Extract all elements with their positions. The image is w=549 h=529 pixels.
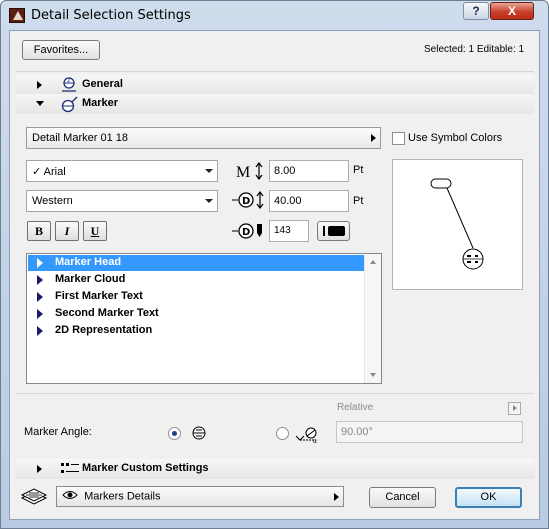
- dialog-window: Detail Selection Settings ? X Favorites.…: [0, 0, 549, 529]
- list-item[interactable]: 2D Representation: [28, 323, 364, 339]
- font-value: Arial: [43, 166, 66, 178]
- list-scrollbar[interactable]: [364, 254, 381, 383]
- title-bar[interactable]: Detail Selection Settings ? X: [1, 1, 548, 29]
- custom-settings-icon: [60, 461, 80, 477]
- expand-options-button[interactable]: [508, 402, 521, 415]
- svg-text:D: D: [242, 227, 250, 238]
- list-item-label: 2D Representation: [55, 324, 153, 336]
- list-item[interactable]: Second Marker Text: [28, 306, 364, 322]
- chevron-right-icon: [334, 493, 339, 501]
- layer-select[interactable]: Markers Details: [56, 486, 344, 507]
- text-size-icon: M: [236, 162, 266, 181]
- svg-text:D: D: [242, 196, 250, 207]
- text-size-unit: Pt: [353, 164, 364, 176]
- ok-button[interactable]: OK: [455, 487, 522, 508]
- marker-type-selector[interactable]: Detail Marker 01 18: [26, 127, 381, 149]
- list-item-label: Marker Cloud: [55, 273, 126, 285]
- marker-preview: [392, 159, 523, 290]
- chevron-down-icon: [205, 199, 213, 203]
- list-item-label: Marker Head: [55, 256, 122, 268]
- section-marker-label: Marker: [82, 97, 119, 109]
- horizontal-marker-icon: [190, 424, 208, 442]
- pen-color-swatch: [328, 226, 345, 236]
- use-symbol-colors-checkbox[interactable]: [392, 132, 405, 145]
- divider: [16, 71, 534, 72]
- collapse-arrow-icon[interactable]: [36, 101, 44, 106]
- list-item-label: First Marker Text: [55, 290, 143, 302]
- expand-arrow-icon[interactable]: [37, 258, 43, 268]
- expand-arrow-icon[interactable]: [37, 292, 43, 302]
- archicad-app-icon: [9, 8, 25, 23]
- scroll-up-icon[interactable]: [370, 260, 376, 264]
- script-value: Western: [32, 195, 73, 207]
- italic-button[interactable]: I: [55, 221, 79, 241]
- marker-parts-list[interactable]: Marker Head Marker Cloud First Marker Te…: [26, 253, 382, 384]
- eye-icon: [62, 490, 78, 503]
- font-checked-mark: ✓: [32, 166, 42, 178]
- expand-arrow-icon[interactable]: [37, 326, 43, 336]
- text-size-input[interactable]: 8.00: [269, 160, 349, 182]
- chevron-down-icon: [205, 169, 213, 173]
- pen-color-button[interactable]: [317, 221, 350, 241]
- layer-value: Markers Details: [84, 490, 161, 503]
- expand-arrow-icon[interactable]: [37, 309, 43, 319]
- list-item-label: Second Marker Text: [55, 307, 159, 319]
- pen-marker-icon: [323, 226, 325, 236]
- section-custom-header[interactable]: Marker Custom Settings: [16, 459, 534, 479]
- bold-button[interactable]: B: [27, 221, 51, 241]
- general-settings-icon: 2: [60, 76, 78, 93]
- close-button[interactable]: X: [490, 2, 534, 20]
- line-spacing-unit: Pt: [353, 195, 364, 207]
- custom-angle-radio[interactable]: [276, 427, 289, 440]
- layers-icon: [20, 488, 48, 506]
- dialog-body: Favorites... Selected: 1 Editable: 1 2 G…: [9, 30, 540, 520]
- pen-number-input[interactable]: 143: [269, 220, 309, 242]
- cancel-button[interactable]: Cancel: [369, 487, 436, 508]
- selection-info: Selected: 1 Editable: 1: [424, 44, 525, 55]
- chevron-right-icon: [513, 405, 517, 411]
- expand-arrow-icon[interactable]: [37, 465, 42, 473]
- marker-settings-icon: [60, 95, 80, 113]
- marker-angle-label: Marker Angle:: [24, 426, 92, 438]
- svg-text:M: M: [236, 164, 250, 180]
- favorites-button[interactable]: Favorites...: [22, 40, 100, 60]
- angle-value-input[interactable]: 90.00°: [336, 421, 523, 443]
- section-general-header[interactable]: 2 General: [16, 75, 534, 95]
- window-title: Detail Selection Settings: [31, 8, 191, 23]
- line-spacing-input[interactable]: 40.00: [269, 190, 349, 212]
- section-general-label: General: [82, 78, 123, 90]
- font-select[interactable]: ✓ Arial: [26, 160, 218, 182]
- chevron-right-icon: [371, 134, 376, 142]
- list-item[interactable]: Marker Head: [28, 255, 364, 271]
- help-button[interactable]: ?: [463, 2, 489, 20]
- horizontal-angle-radio[interactable]: [168, 427, 181, 440]
- line-spacing-icon: D: [232, 191, 266, 209]
- script-select[interactable]: Western: [26, 190, 218, 212]
- text-pen-icon: D: [232, 222, 266, 240]
- divider: [16, 393, 534, 394]
- relative-label: Relative: [337, 402, 374, 413]
- section-marker-header[interactable]: Marker: [16, 94, 534, 114]
- svg-text:α: α: [313, 438, 317, 444]
- scroll-down-icon[interactable]: [370, 373, 376, 377]
- underline-button[interactable]: U: [83, 221, 107, 241]
- use-symbol-colors-label: Use Symbol Colors: [408, 132, 503, 144]
- svg-text:2: 2: [67, 78, 70, 84]
- marker-type-value: Detail Marker 01 18: [32, 132, 128, 144]
- section-custom-label: Marker Custom Settings: [82, 462, 209, 474]
- list-item[interactable]: Marker Cloud: [28, 272, 364, 288]
- expand-arrow-icon[interactable]: [37, 275, 43, 285]
- rotated-marker-icon: α: [294, 422, 320, 445]
- expand-arrow-icon[interactable]: [37, 81, 42, 89]
- list-item[interactable]: First Marker Text: [28, 289, 364, 305]
